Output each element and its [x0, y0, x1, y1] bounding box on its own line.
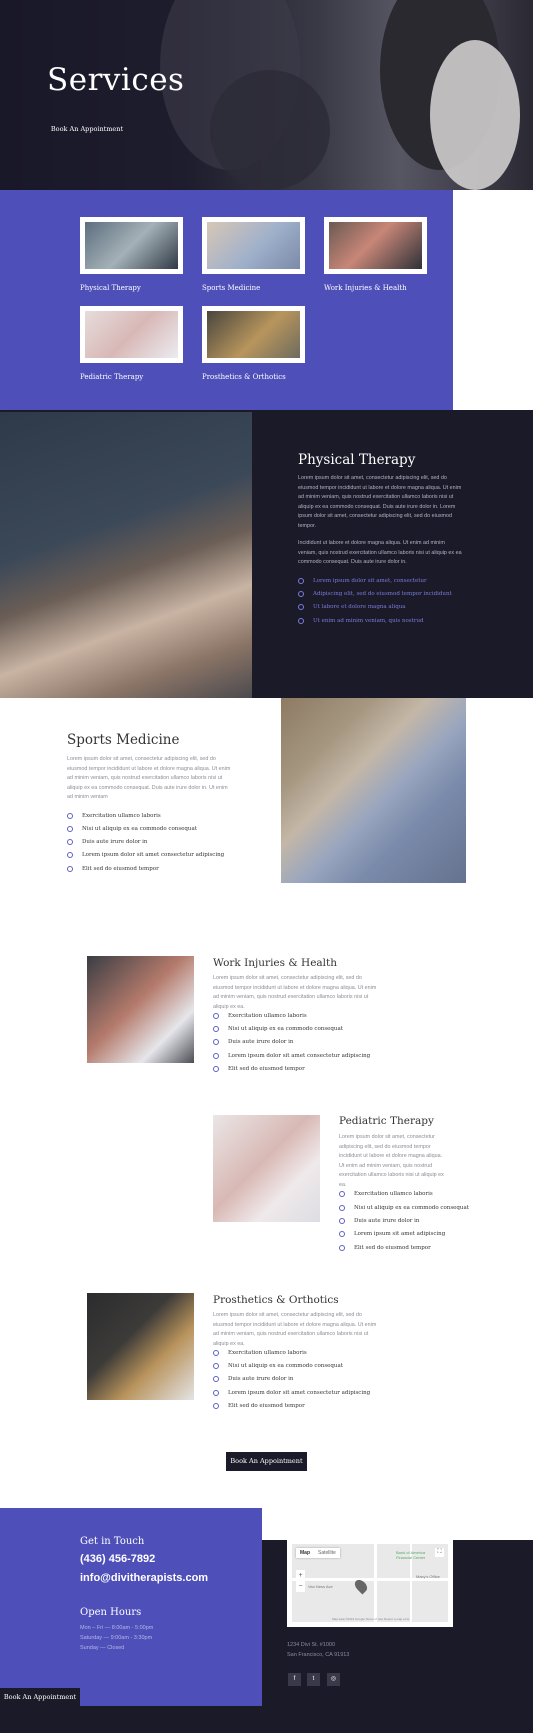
physical-therapy-paragraph: Lorem ipsum dolor sit amet, consectetur …: [298, 475, 462, 529]
instagram-icon[interactable]: ◎: [327, 1673, 340, 1686]
list-item: Exercitation ullamco laboris: [67, 813, 161, 819]
list-item: Nisi ut aliquip ex ea commodo consequat: [67, 826, 197, 832]
sports-medicine-title: Sports Medicine: [67, 732, 180, 748]
map-street-label: Van Ness Ave: [308, 1584, 333, 1589]
list-item: Elit sed do eiusmod tempor: [213, 1066, 305, 1072]
service-card-label[interactable]: Pediatric Therapy: [80, 373, 143, 381]
list-item: Nisi ut aliquip ex ea commodo consequat: [213, 1363, 343, 1369]
list-item: Duis aute irure dolor in: [213, 1039, 293, 1045]
work-injuries-paragraph: Lorem ipsum dolor sit amet, consectetur …: [213, 975, 377, 1010]
list-item: Lorem ipsum dolor sit amet, consectetur: [298, 578, 427, 584]
list-item: Nisi ut aliquip ex ea commodo consequat: [213, 1026, 343, 1032]
twitter-icon[interactable]: t: [307, 1673, 320, 1686]
list-item: Elit sed do eiusmod tempor: [67, 866, 159, 872]
pediatric-paragraph: Lorem ipsum dolor sit amet, consectetur …: [339, 1134, 444, 1188]
list-item: Adipiscing elit, sed do eiusmod tempor i…: [298, 591, 452, 597]
zoom-controls[interactable]: + −: [296, 1570, 305, 1592]
pediatric-title: Pediatric Therapy: [339, 1115, 434, 1127]
work-injuries-title: Work Injuries & Health: [213, 957, 338, 969]
map-poi: Bank of America Financial Center: [396, 1550, 426, 1560]
list-item: Elit sed do eiusmod tempor: [339, 1245, 431, 1251]
sports-medicine-image: [281, 698, 466, 883]
list-item: Lorem ipsum dolor sit amet consectetur a…: [213, 1053, 370, 1059]
map-attribution: Map data ©2019 Google Terms of Use Repor…: [332, 1617, 410, 1621]
physical-therapy-paragraph: Incididunt ut labore et dolore magna ali…: [298, 540, 462, 565]
map-embed[interactable]: Map Satellite ⛶ Bank of America Financia…: [287, 1539, 453, 1627]
list-item: Ut enim ad minim veniam, quis nostrud: [298, 618, 424, 624]
service-card-pediatric[interactable]: [80, 306, 183, 363]
map-tab-satellite[interactable]: Satellite: [318, 1550, 336, 1556]
service-card-label[interactable]: Prosthetics & Orthotics: [202, 373, 286, 381]
list-item: Exercitation ullamco laboris: [339, 1191, 433, 1197]
pediatric-image: [213, 1115, 320, 1222]
hours-line: Sunday — Closed: [80, 1645, 125, 1651]
footer-book-button[interactable]: Book An Appointment: [0, 1688, 80, 1706]
list-item: Ut labore et dolore magna aliqua: [298, 604, 406, 610]
email-link[interactable]: info@divitherapists.com: [80, 1572, 208, 1584]
sports-medicine-paragraph: Lorem ipsum dolor sit amet, consectetur …: [67, 756, 231, 800]
list-item: Duis aute irure dolor in: [213, 1376, 293, 1382]
list-item: Nisi ut aliquip ex ea commodo consequat: [339, 1205, 469, 1211]
map-poi: Macy's Office: [416, 1574, 440, 1579]
list-item: Lorem ipsum sit amet adipiscing: [339, 1231, 445, 1237]
hero-book-button[interactable]: Book An Appointment: [47, 120, 127, 138]
service-card-label[interactable]: Work Injuries & Health: [324, 284, 407, 292]
page-title: Services: [47, 62, 185, 98]
list-item: Exercitation ullamco laboris: [213, 1013, 307, 1019]
get-in-touch-heading: Get in Touch: [80, 1536, 145, 1547]
open-hours-heading: Open Hours: [80, 1607, 142, 1618]
facebook-icon[interactable]: f: [288, 1673, 301, 1686]
hours-line: Saturday — 9:00am - 3:30pm: [80, 1635, 153, 1641]
book-appointment-button[interactable]: Book An Appointment: [226, 1452, 307, 1471]
list-item: Lorem ipsum dolor sit amet consectetur a…: [67, 852, 224, 858]
service-card-prosthetics[interactable]: [202, 306, 305, 363]
service-card-physical-therapy[interactable]: [80, 217, 183, 274]
phone-number[interactable]: (436) 456-7892: [80, 1553, 155, 1565]
prosthetics-title: Prosthetics & Orthotics: [213, 1294, 339, 1306]
service-card-label[interactable]: Sports Medicine: [202, 284, 260, 292]
work-injuries-image: [87, 956, 194, 1063]
prosthetics-image: [87, 1293, 194, 1400]
map-tab-map[interactable]: Map: [300, 1550, 310, 1556]
list-item: Duis aute irure dolor in: [339, 1218, 419, 1224]
physical-therapy-title: Physical Therapy: [298, 452, 416, 468]
service-card-work-injuries[interactable]: [324, 217, 427, 274]
address-line: 1234 Divi St. #1000: [287, 1642, 336, 1648]
prosthetics-paragraph: Lorem ipsum dolor sit amet, consectetur …: [213, 1312, 377, 1347]
address-line: San Francisco, CA 91913: [287, 1652, 350, 1658]
service-card-label[interactable]: Physical Therapy: [80, 284, 141, 292]
physical-therapy-image: [0, 412, 252, 698]
list-item: Exercitation ullamco laboris: [213, 1350, 307, 1356]
service-card-sports-medicine[interactable]: [202, 217, 305, 274]
hours-line: Mon – Fri — 8:00am - 5:00pm: [80, 1625, 154, 1631]
list-item: Duis aute irure dolor in: [67, 839, 147, 845]
list-item: Lorem ipsum dolor sit amet consectetur a…: [213, 1390, 370, 1396]
list-item: Elit sed do eiusmod tempor: [213, 1403, 305, 1409]
